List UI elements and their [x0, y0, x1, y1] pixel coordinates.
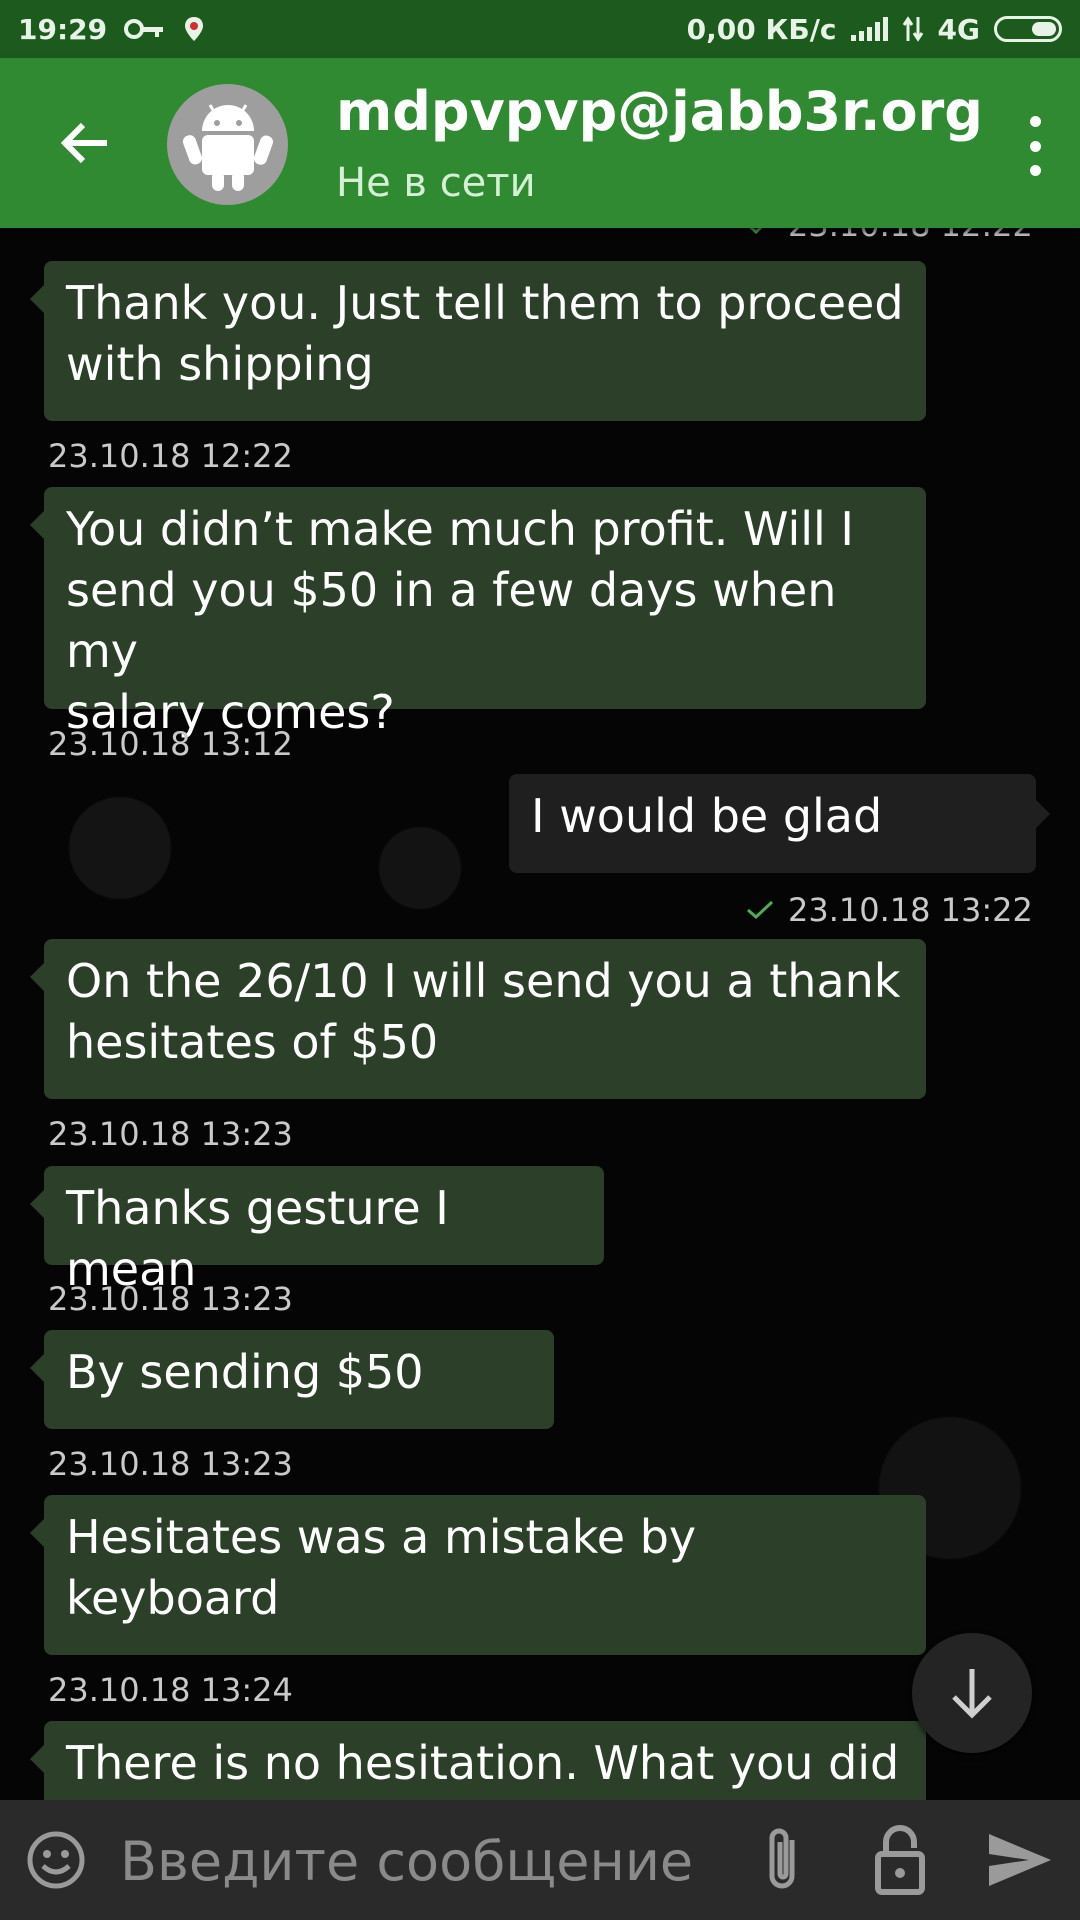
- contact-name[interactable]: mdpvpvp@jabb3r.org: [336, 80, 983, 143]
- chat-header: mdpvpvp@jabb3r.org Не в сети: [0, 58, 1080, 228]
- check-icon: [747, 900, 774, 920]
- message-timestamp: 23.10.18 13:23: [48, 1115, 293, 1153]
- dot-icon: [1029, 116, 1041, 127]
- message-text-line: You didn’t make much profit. Will I: [66, 502, 854, 556]
- message-bubble-outgoing[interactable]: I would be glad: [509, 774, 1050, 873]
- network-speed: 0,00 КБ/с: [686, 12, 837, 46]
- contact-status: Не в сети: [336, 160, 536, 206]
- data-arrows-icon: [902, 16, 923, 42]
- emoji-icon[interactable]: [26, 1830, 86, 1890]
- message-timestamp: 23.10.18 12:22: [48, 437, 293, 475]
- lock-icon[interactable]: [872, 1822, 928, 1896]
- message-text-line: I would be glad: [531, 789, 883, 843]
- android-robot-icon: [182, 103, 273, 191]
- dot-icon: [1029, 140, 1041, 152]
- message-bubble-incoming[interactable]: There is no hesitation. What you did: [30, 1721, 926, 1800]
- contact-avatar[interactable]: [167, 84, 288, 205]
- overflow-menu-button[interactable]: [1020, 116, 1050, 176]
- message-bubble-incoming[interactable]: Hesitates was a mistake by keyboard: [30, 1495, 926, 1655]
- message-text-line: hesitates of $50: [66, 1015, 439, 1069]
- message-bubble-incoming[interactable]: By sending $50: [30, 1330, 554, 1429]
- message-text-line: There is no hesitation. What you did: [66, 1736, 900, 1790]
- message-list[interactable]: 23.10.18 12:22 Thank you. Just tell them…: [0, 228, 1080, 1800]
- message-timestamp: 23.10.18 12:22: [746, 228, 1033, 244]
- arrow-left-icon: [60, 122, 107, 164]
- message-timestamp: 23.10.18 13:24: [48, 1671, 293, 1709]
- back-button[interactable]: [56, 118, 112, 168]
- message-bubble-incoming[interactable]: You didn’t make much profit. Will I send…: [30, 487, 926, 739]
- message-composer: Введите сообщение: [0, 1800, 1080, 1920]
- message-bubble-incoming[interactable]: Thank you. Just tell them to proceed wit…: [30, 261, 926, 421]
- message-timestamp: 23.10.18 13:23: [48, 1280, 293, 1318]
- message-timestamp: 23.10.18 13:23: [48, 1445, 293, 1483]
- arrow-down-icon: [952, 1669, 992, 1719]
- check-icon: [749, 228, 763, 235]
- message-bubble-incoming[interactable]: Thanks gesture I mean: [30, 1166, 604, 1296]
- status-bar: 19:29 0,00 КБ/с 4G: [0, 0, 1080, 58]
- message-timestamp: 23.10.18 13:12: [48, 725, 293, 763]
- message-text-line: On the 26/10 I will send you a thank: [66, 954, 901, 1008]
- message-bubble-incoming[interactable]: On the 26/10 I will send you a thank hes…: [30, 939, 926, 1099]
- key-icon: [124, 19, 164, 39]
- message-text-line: Hesitates was a mistake by: [66, 1510, 697, 1564]
- status-time: 19:29: [18, 12, 108, 46]
- send-icon[interactable]: [985, 1830, 1055, 1890]
- message-text-line: with shipping: [66, 337, 374, 391]
- scroll-to-bottom-button[interactable]: [912, 1633, 1032, 1753]
- location-pin-icon: [185, 17, 204, 41]
- message-timestamp: 23.10.18 13:22: [746, 891, 1033, 929]
- message-text-line: keyboard: [66, 1571, 280, 1625]
- network-type: 4G: [937, 12, 980, 46]
- message-text-line: By sending $50: [66, 1345, 424, 1399]
- message-text-line: send you $50 in a few days when my: [66, 563, 837, 678]
- paperclip-icon[interactable]: [760, 1824, 806, 1896]
- battery-icon: [994, 16, 1062, 42]
- dot-icon: [1029, 165, 1041, 176]
- signal-icon: [850, 17, 888, 41]
- message-text-line: Thank you. Just tell them to proceed: [66, 276, 904, 330]
- message-input[interactable]: Введите сообщение: [120, 1830, 693, 1893]
